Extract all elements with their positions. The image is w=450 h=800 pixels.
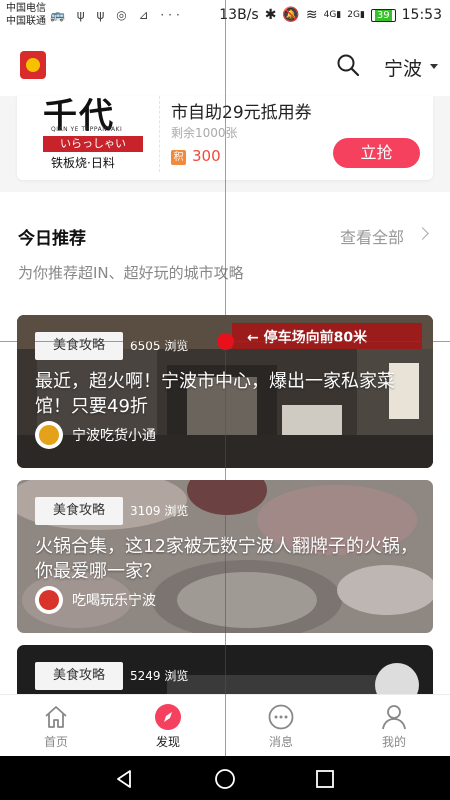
article-title: 火锅合集，这12家被无数宁波人翻牌子的火锅，你最爱哪一家？ <box>35 536 418 582</box>
system-nav-bar <box>0 756 450 800</box>
tab-discover[interactable]: 发现 <box>128 703 208 750</box>
avatar <box>35 586 63 614</box>
bluetooth-icon: ✱ <box>264 7 277 23</box>
tab-label: 发现 <box>155 735 180 749</box>
clock: 15:53 <box>401 7 442 23</box>
tab-label: 首页 <box>43 735 68 749</box>
tab-label: 我的 <box>381 735 406 749</box>
carrier-info: 中国电信 中国联通 <box>6 2 46 28</box>
coupon-image-jp: いらっしゃい <box>43 136 143 152</box>
article-author: 宁波吃货小通 <box>35 421 156 449</box>
carrier-2: 中国联通 <box>6 16 46 27</box>
chevron-right-icon[interactable] <box>416 227 429 240</box>
view-count: 6505 浏览 <box>130 339 189 353</box>
status-right: 13B/s ✱ 🔕 ≋ 4G▮ 2G▮ 39 15:53 <box>219 7 442 23</box>
tab-profile[interactable]: 我的 <box>354 703 434 750</box>
coupon-divider <box>159 96 160 172</box>
compass-icon <box>155 704 181 730</box>
grab-button[interactable]: 立抢 <box>333 138 420 168</box>
search-icon[interactable] <box>336 53 360 77</box>
category-tag: 美食攻略 <box>35 497 123 525</box>
caret-down-icon[interactable] <box>430 64 438 69</box>
notification-icons: 🚌 ψ ψ ◎ ⊿ ··· <box>50 8 184 22</box>
tab-home[interactable]: 首页 <box>16 703 96 750</box>
app-logo <box>20 51 46 79</box>
coupon-title: 市自助29元抵用券 <box>171 103 312 123</box>
category-tag: 美食攻略 <box>35 662 123 690</box>
battery-icon: 39 <box>370 8 396 22</box>
tab-messages[interactable]: 消息 <box>241 703 321 750</box>
chat-icon <box>268 704 294 730</box>
back-icon[interactable] <box>113 768 135 790</box>
avatar <box>35 421 63 449</box>
coupon-image-sub: 铁板烧·日料 <box>51 156 115 170</box>
coupon-remaining: 剩余1000张 <box>171 126 238 140</box>
recents-icon[interactable] <box>314 768 336 790</box>
signal-icon-1: 4G▮ <box>323 10 342 20</box>
section-title: 今日推荐 <box>18 229 86 249</box>
city-selector[interactable]: 宁波 <box>384 54 422 81</box>
coupon-image: 千代 QIAN YE TEPPANYAKI いらっしゃい 铁板烧·日料 <box>33 96 153 178</box>
home-icon <box>45 706 67 728</box>
article-author: 吃喝玩乐宁波 <box>35 586 156 614</box>
home-circle-icon[interactable] <box>214 768 236 790</box>
author-name: 吃喝玩乐宁波 <box>72 593 156 609</box>
user-icon <box>382 705 406 730</box>
view-count: 3109 浏览 <box>130 504 189 518</box>
category-tag: 美食攻略 <box>35 332 123 360</box>
view-all-link[interactable]: 查看全部 <box>340 224 404 248</box>
mute-icon: 🔕 <box>282 7 300 23</box>
tab-label: 消息 <box>268 735 293 749</box>
debug-vertical-line <box>225 0 226 756</box>
author-name: 宁波吃货小通 <box>72 428 156 444</box>
coupon-points: 300 <box>192 147 221 165</box>
signal-icon-2: 2G▮ <box>347 10 365 20</box>
article-image-sign: ← 停车场向前80米 <box>247 329 368 346</box>
points-icon: 积 <box>171 150 186 165</box>
view-count: 5249 浏览 <box>130 669 189 683</box>
coupon-image-en: QIAN YE TEPPANYAKI <box>51 126 123 133</box>
touch-point-indicator <box>217 333 234 350</box>
carrier-1: 中国电信 <box>6 3 46 14</box>
wifi-icon: ≋ <box>305 7 318 23</box>
section-subtitle: 为你推荐超IN、超好玩的城市攻略 <box>18 264 244 282</box>
article-title: 最近，超火啊！宁波市中心，爆出一家私家菜馆！只要49折 <box>35 371 395 417</box>
